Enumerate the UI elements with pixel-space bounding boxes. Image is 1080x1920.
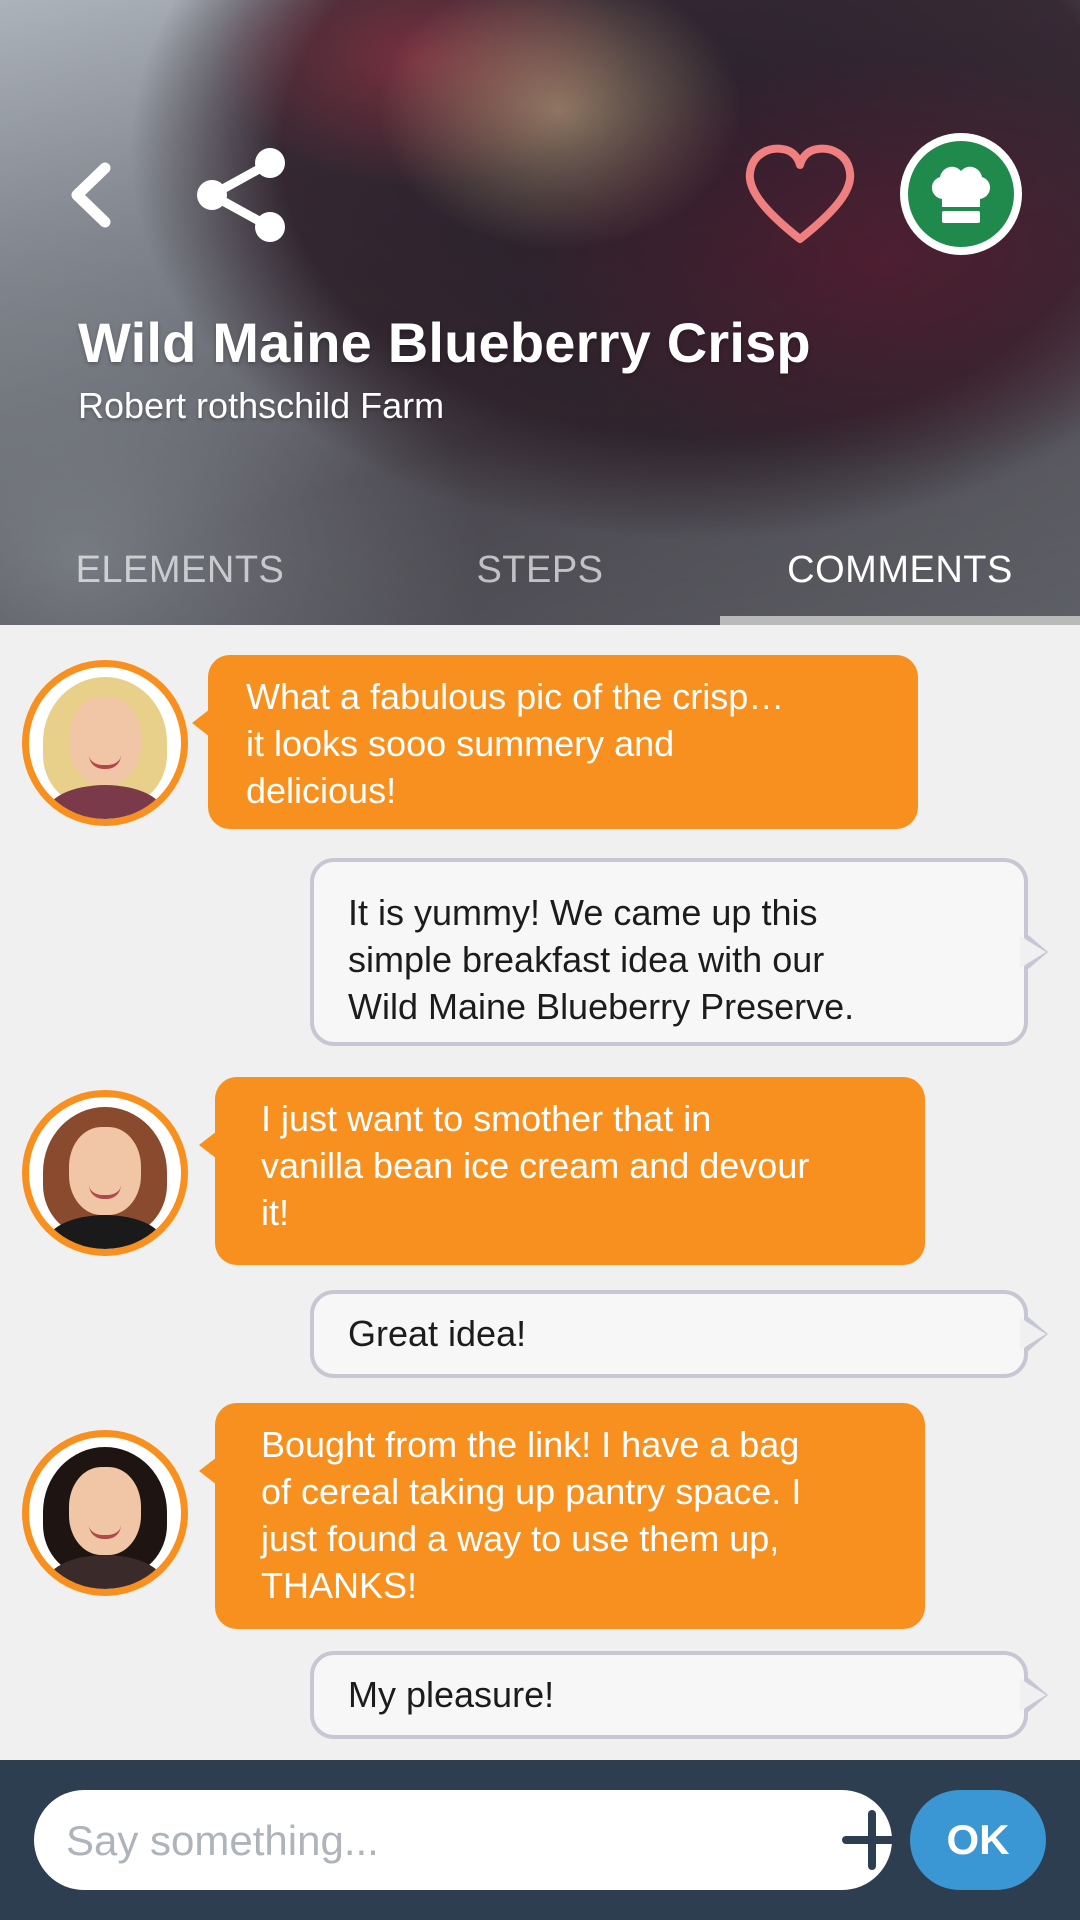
recipe-title: Wild Maine Blueberry Crisp — [78, 311, 811, 374]
chef-hat-icon — [931, 166, 991, 223]
reply-line: My pleasure! — [348, 1674, 555, 1715]
comment-bubble: What a fabulous pic of the crisp… it loo… — [192, 655, 918, 829]
comment-line: What a fabulous pic of the crisp… — [246, 676, 785, 717]
comment-composer: OK — [0, 1760, 1080, 1920]
message-input[interactable] — [64, 1804, 788, 1878]
comment-line: delicious! — [246, 770, 397, 811]
comment-line: I just want to smother that in — [261, 1098, 712, 1139]
add-attachment-button[interactable] — [842, 1810, 902, 1870]
comment-line: THANKS! — [261, 1565, 418, 1606]
commenter-avatar[interactable] — [22, 660, 188, 826]
commenter-avatar[interactable] — [22, 1090, 188, 1256]
send-button[interactable]: OK — [910, 1790, 1046, 1890]
share-button[interactable] — [190, 140, 290, 250]
recipe-source: Robert rothschild Farm — [78, 385, 445, 426]
reply-bubble: It is yummy! We came up this simple brea… — [310, 858, 1048, 1046]
comment-line: of cereal taking up pantry space. I — [261, 1471, 802, 1512]
comment-bubble: I just want to smother that in vanilla b… — [199, 1077, 925, 1265]
comment-bubble: Bought from the link! I have a bag of ce… — [199, 1403, 925, 1629]
recipe-tabs: ELEMENTS STEPS COMMENTS — [0, 520, 1080, 625]
chef-profile-button[interactable] — [900, 133, 1022, 255]
reply-bubble: My pleasure! — [310, 1651, 1048, 1739]
comment-line: vanilla bean ice cream and devour — [261, 1145, 810, 1186]
tab-comments[interactable]: COMMENTS — [720, 520, 1080, 620]
share-icon — [197, 148, 285, 242]
comment-line: it looks sooo summery and — [246, 723, 675, 764]
comment-line: it! — [261, 1192, 290, 1233]
reply-line: Great idea! — [348, 1313, 527, 1354]
active-tab-indicator — [720, 616, 1080, 625]
comment-line: just found a way to use them up, — [261, 1518, 780, 1559]
plus-icon — [842, 1810, 902, 1870]
heart-outline-icon — [745, 144, 855, 243]
reply-bubble: Great idea! — [310, 1290, 1048, 1378]
comment-line: Bought from the link! I have a bag — [261, 1424, 800, 1465]
reply-line: Wild Maine Blueberry Preserve. — [348, 986, 855, 1027]
reply-line: It is yummy! We came up this — [348, 892, 818, 933]
message-field-container[interactable] — [34, 1790, 902, 1890]
back-button[interactable] — [55, 150, 125, 240]
recipe-header: Wild Maine Blueberry Crisp Robert rothsc… — [0, 0, 1080, 625]
back-chevron-icon — [71, 162, 111, 228]
chef-badge — [908, 141, 1014, 247]
favorite-button[interactable] — [740, 140, 860, 250]
commenter-avatar[interactable] — [22, 1430, 188, 1596]
tab-elements[interactable]: ELEMENTS — [0, 520, 360, 620]
reply-line: simple breakfast idea with our — [348, 939, 825, 980]
tab-steps[interactable]: STEPS — [360, 520, 720, 620]
